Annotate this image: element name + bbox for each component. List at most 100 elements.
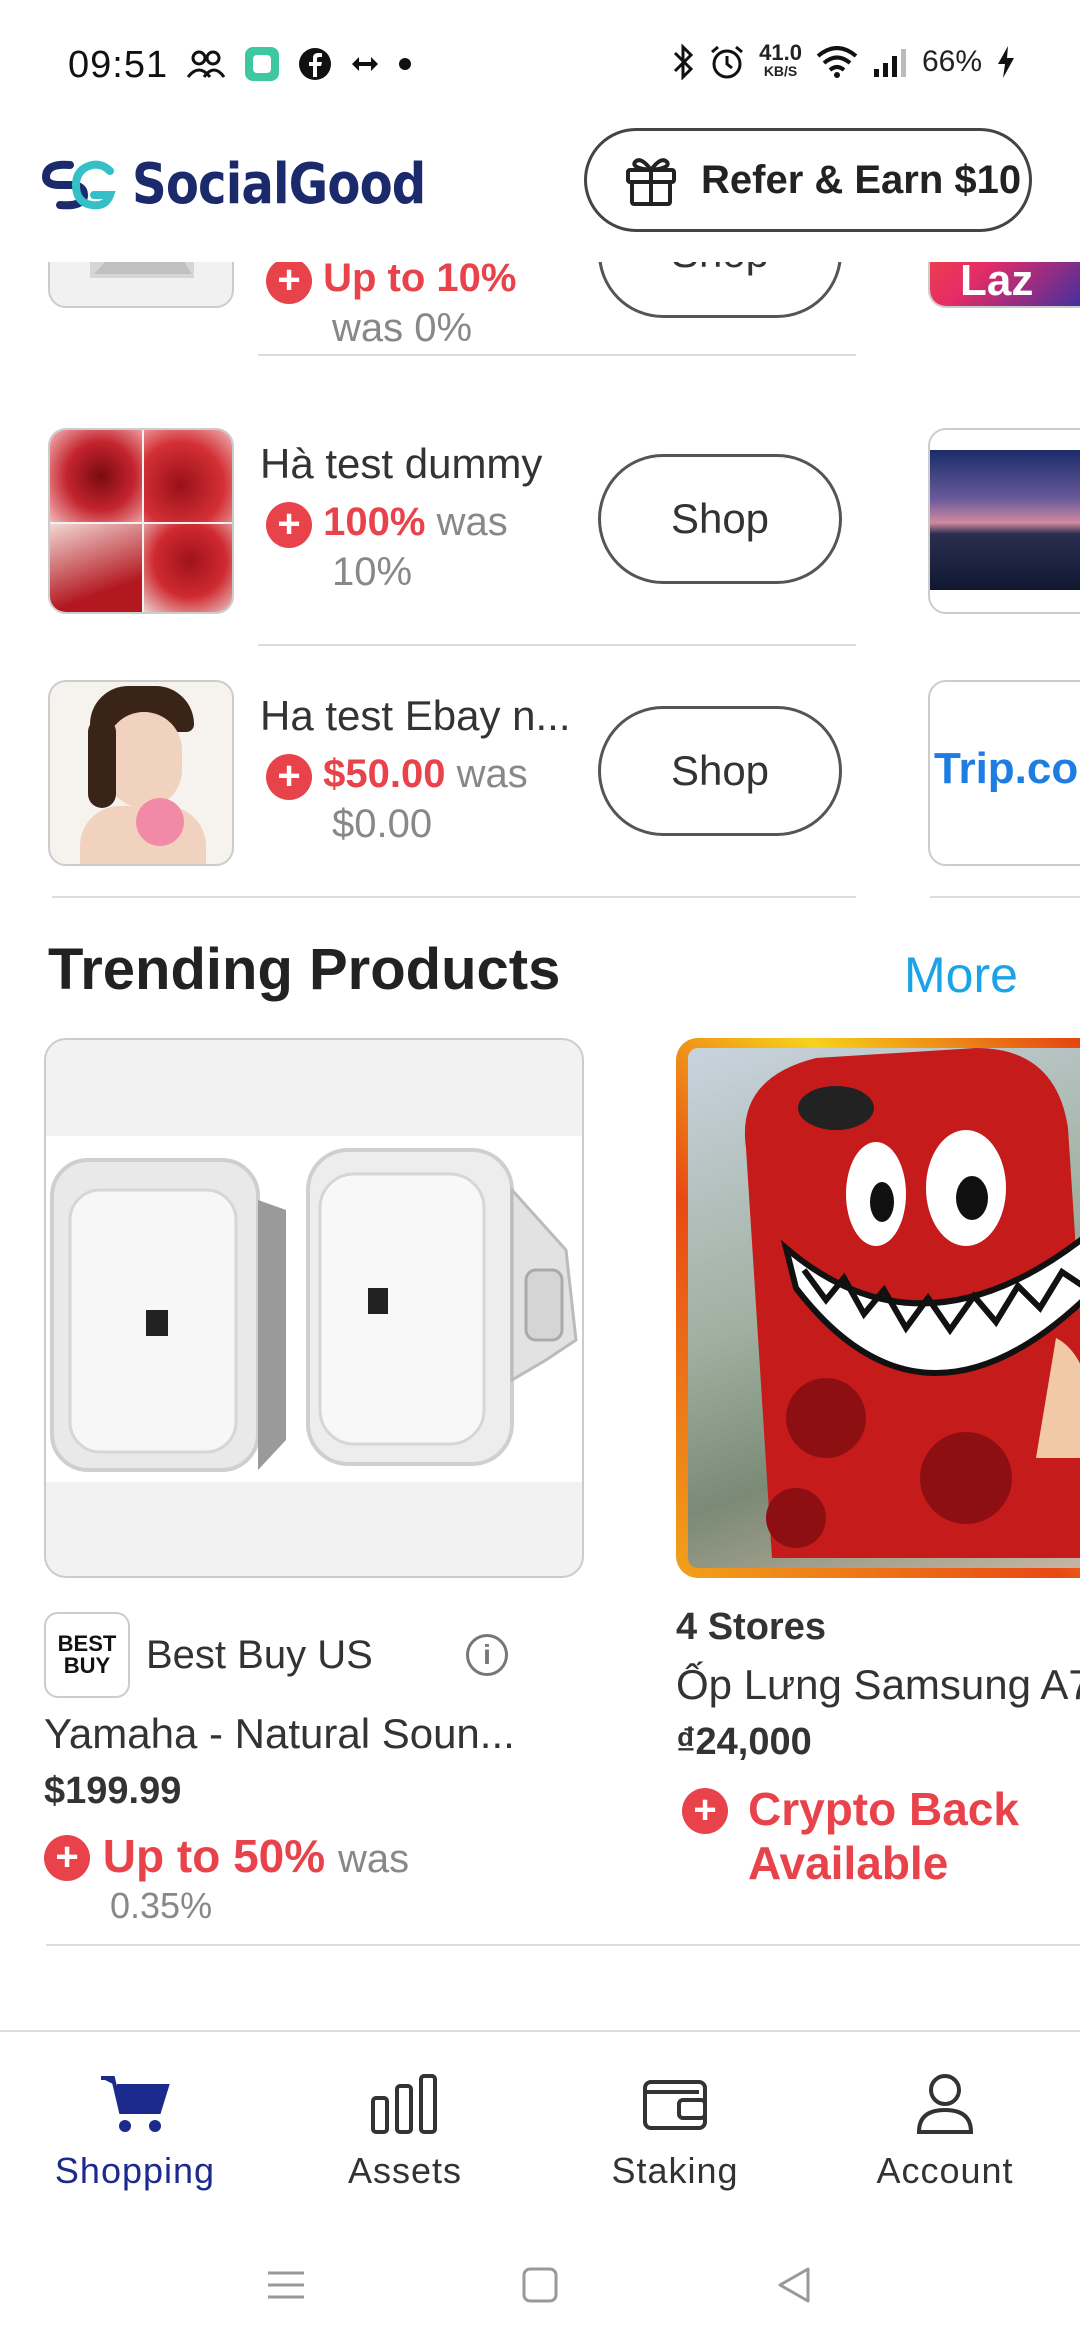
app-header: SocialGood Refer & Earn $10	[0, 128, 1080, 262]
signal-icon	[873, 49, 906, 77]
bluetooth-icon	[674, 44, 694, 80]
nav-label: Staking	[611, 2150, 739, 2191]
cashback-was-value: $0.00	[332, 802, 433, 846]
nav-account[interactable]: Account	[810, 2032, 1080, 2230]
store-image	[930, 450, 1080, 590]
product-name: Ốp Lưng Samsung A7	[676, 1661, 1080, 1708]
bottom-nav: Shopping Assets Staking Account	[0, 2030, 1080, 2230]
cart-icon	[101, 2076, 170, 2132]
cashback-was-word: was	[456, 752, 528, 796]
product-image	[676, 1038, 1080, 1578]
plus-icon: +	[266, 754, 312, 800]
battery-percent: 66%	[921, 45, 982, 78]
socialgood-logo[interactable]: SocialGood	[40, 152, 473, 217]
system-nav	[0, 2230, 1080, 2340]
bestbuy-logo: BEST BUY	[44, 1612, 130, 1698]
info-icon[interactable]: i	[466, 1634, 508, 1676]
row-divider	[258, 354, 856, 356]
cashback-was: was 0%	[332, 306, 473, 350]
trending-title: Trending Products	[48, 937, 561, 1002]
speed-unit: KB/S	[763, 63, 798, 79]
system-status-icons: 41.0 KB/S 66%	[671, 40, 1016, 80]
shop-button[interactable]: Shop	[598, 262, 842, 318]
store-row[interactable]: + Up to 10% was 0% Shop	[0, 262, 1080, 374]
wifi-icon	[816, 46, 858, 78]
trip-card[interactable]: Trip.com	[928, 680, 1080, 866]
product-image	[44, 1038, 584, 1578]
crypto-line-2: Available	[748, 1837, 949, 1889]
image-placeholder-icon	[90, 262, 194, 278]
cashback-info: + 100% was 10%	[266, 498, 576, 596]
more-link[interactable]: More	[904, 946, 1018, 1004]
logo-mark-icon	[41, 160, 116, 209]
nav-label: Shopping	[54, 2150, 216, 2191]
crypto-line-1: Crypto Back	[748, 1783, 1019, 1835]
product-card[interactable]: BEST BUY Best Buy US i Yamaha - Natural …	[44, 1038, 584, 1928]
store-row[interactable]: Ha test Ebay n... + $50.00 was $0.00 Sho…	[0, 680, 1080, 902]
cashback-info: + Up to 10% was 0%	[266, 262, 576, 352]
bars-icon	[371, 2074, 437, 2134]
lazada-card[interactable]: Laz	[928, 262, 1080, 308]
shop-button[interactable]: Shop	[598, 706, 842, 836]
store-thumbnail	[48, 680, 234, 866]
product-name: Yamaha - Natural Soun...	[44, 1710, 515, 1757]
store-list: + Up to 10% was 0% Shop Laz Hà test dumm…	[0, 262, 1080, 902]
back-icon[interactable]	[772, 2263, 816, 2307]
gift-icon	[626, 158, 676, 206]
sunset-store-card[interactable]	[928, 428, 1080, 614]
cashback-info: + $50.00 was $0.00	[266, 750, 576, 848]
store-label: Best Buy US	[146, 1632, 373, 1677]
plus-icon: +	[266, 502, 312, 548]
row-divider	[258, 644, 856, 646]
speed-value: 41.0	[759, 40, 802, 65]
product-card[interactable]: 4 Stores Ốp Lưng Samsung A7 ₫24,000 + Cr…	[676, 1038, 1080, 1890]
section-divider	[52, 896, 856, 898]
cashback-was-value: 10%	[332, 550, 413, 594]
store-thumbnail	[48, 262, 234, 308]
phone-case-image	[744, 1048, 1080, 1558]
nav-assets[interactable]: Assets	[270, 2032, 540, 2230]
plus-icon: +	[44, 1835, 90, 1881]
home-icon[interactable]	[518, 2263, 562, 2307]
product-store-line: BEST BUY Best Buy US i	[44, 1612, 584, 1698]
section-divider	[930, 896, 1080, 898]
nav-label: Assets	[347, 2150, 463, 2191]
menu-icon[interactable]	[264, 2263, 308, 2307]
cashback-was-word: was	[436, 500, 508, 544]
refer-earn-button[interactable]: Refer & Earn $10	[584, 128, 1032, 232]
facebook-icon	[299, 48, 331, 80]
crypto-back: + Crypto Back Available	[676, 1782, 1080, 1890]
charging-icon	[998, 46, 1014, 78]
speakers-image	[50, 1148, 578, 1472]
product-price: $199.99	[44, 1770, 182, 1812]
store-row[interactable]: Hà test dummy + 100% was 10% Shop	[0, 428, 1080, 680]
alarm-icon	[711, 45, 744, 79]
store-name: Ha test Ebay n...	[260, 692, 571, 739]
trip-logo-text: Trip.com	[934, 744, 1080, 793]
app-icon	[245, 47, 279, 81]
refer-earn-label: Refer & Earn $10	[701, 157, 1022, 202]
cashback-rate: 100%	[323, 500, 426, 544]
cashback-rate: $50.00	[323, 752, 446, 796]
cashback-rate: Up to 50%	[102, 1830, 326, 1882]
cashback-was-value: 0.35%	[110, 1885, 213, 1926]
store-logo-text: BEST BUY	[57, 1631, 117, 1678]
cashback-was-word: was	[337, 1837, 410, 1881]
notification-icons	[186, 46, 412, 82]
lazada-label: Laz	[960, 262, 1034, 305]
nav-staking[interactable]: Staking	[540, 2032, 810, 2230]
status-time: 09:51	[68, 44, 169, 86]
nav-label: Account	[876, 2150, 1014, 2191]
status-bar: 09:51 41.0 KB/S 66%	[0, 0, 1080, 130]
group-icon	[186, 50, 226, 78]
product-cashback: + Up to 50% was 0.35%	[44, 1831, 584, 1928]
plus-icon: +	[266, 262, 312, 304]
shop-button[interactable]: Shop	[598, 454, 842, 584]
network-speed: 41.0 KB/S	[759, 40, 802, 80]
nav-shopping[interactable]: Shopping	[0, 2032, 270, 2230]
content-divider	[46, 1944, 1080, 1946]
dot-icon	[399, 58, 411, 70]
arrows-icon	[352, 57, 378, 71]
wallet-icon	[643, 2080, 707, 2130]
store-name: Hà test dummy	[260, 440, 543, 487]
